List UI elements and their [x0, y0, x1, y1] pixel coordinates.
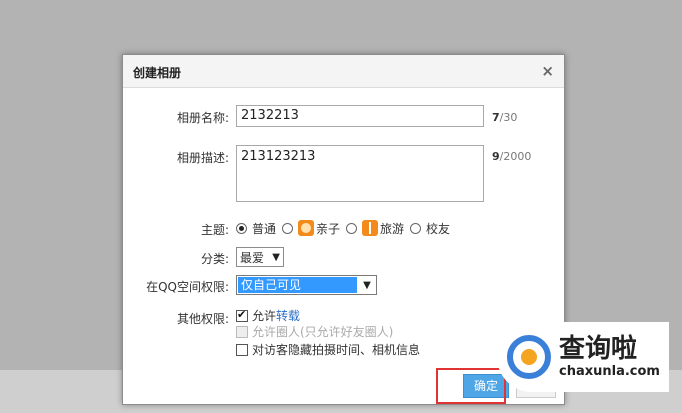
other-permission-label: 其他权限: [176, 312, 229, 326]
album-name-counter: 7/30 [492, 111, 517, 124]
allow-repost-prefix: 允许 [252, 309, 277, 323]
allow-circle-text: 允许圈人(只允许好友圈人) [252, 325, 394, 339]
repost-link[interactable]: 转载 [276, 307, 300, 324]
hide-info-row: 对访客隐藏拍摄时间、相机信息 [236, 341, 420, 358]
hide-info-text: 对访客隐藏拍摄时间、相机信息 [252, 343, 421, 357]
album-desc-label: 相册描述: [176, 151, 229, 165]
album-desc-count: 9 [492, 150, 500, 163]
album-name-max: /30 [499, 111, 518, 124]
chevron-down-icon: ▼ [363, 279, 371, 291]
close-icon[interactable]: × [541, 62, 554, 80]
category-value: 最爱 [240, 250, 265, 265]
watermark-cn: 查询啦 [559, 334, 638, 364]
theme-radio-normal[interactable] [236, 222, 247, 234]
dialog-title: 创建相册 [133, 66, 182, 80]
theme-option-normal: 普通 [252, 221, 277, 236]
theme-option-kid: 亲子 [316, 221, 341, 236]
theme-radio-group: 普通 亲子 旅游 校友 [236, 219, 456, 237]
album-desc-max: /2000 [499, 150, 532, 163]
chevron-down-icon: ▼ [272, 251, 280, 263]
theme-radio-kid[interactable] [282, 222, 294, 234]
category-select[interactable]: 最爱 ▼ [236, 247, 284, 267]
permission-select[interactable]: 仅自己可见 ▼ [236, 275, 377, 295]
theme-option-travel: 旅游 [380, 221, 405, 236]
theme-option-alumni: 校友 [426, 221, 451, 236]
permission-label: 在QQ空间权限: [146, 280, 229, 294]
watermark: 查询啦 chaxunla.com [497, 322, 669, 392]
allow-repost-row: 允许转载 [236, 307, 300, 324]
album-desc-counter: 9/2000 [492, 150, 531, 163]
theme-radio-travel[interactable] [346, 222, 358, 234]
theme-label: 主题: [200, 223, 229, 237]
kid-icon [298, 220, 315, 236]
search-logo-icon [507, 335, 551, 379]
travel-icon [362, 220, 379, 236]
highlight-box [436, 368, 506, 404]
allow-circle-checkbox [236, 325, 248, 338]
hide-info-checkbox[interactable] [236, 343, 248, 356]
watermark-en: chaxunla.com [559, 364, 660, 379]
album-name-label: 相册名称: [176, 111, 229, 125]
album-name-count: 7 [492, 111, 500, 124]
dialog-header: 创建相册 × [123, 55, 564, 88]
allow-circle-row: 允许圈人(只允许好友圈人) [236, 323, 393, 340]
category-label: 分类: [200, 252, 229, 266]
theme-radio-alumni[interactable] [410, 222, 422, 234]
permission-value: 仅自己可见 [238, 277, 357, 293]
album-desc-textarea[interactable]: 213123213 [236, 145, 484, 202]
allow-repost-checkbox[interactable] [236, 308, 248, 322]
album-name-input[interactable]: 2132213 [236, 105, 484, 127]
watermark-text: 查询啦 chaxunla.com [559, 334, 660, 380]
